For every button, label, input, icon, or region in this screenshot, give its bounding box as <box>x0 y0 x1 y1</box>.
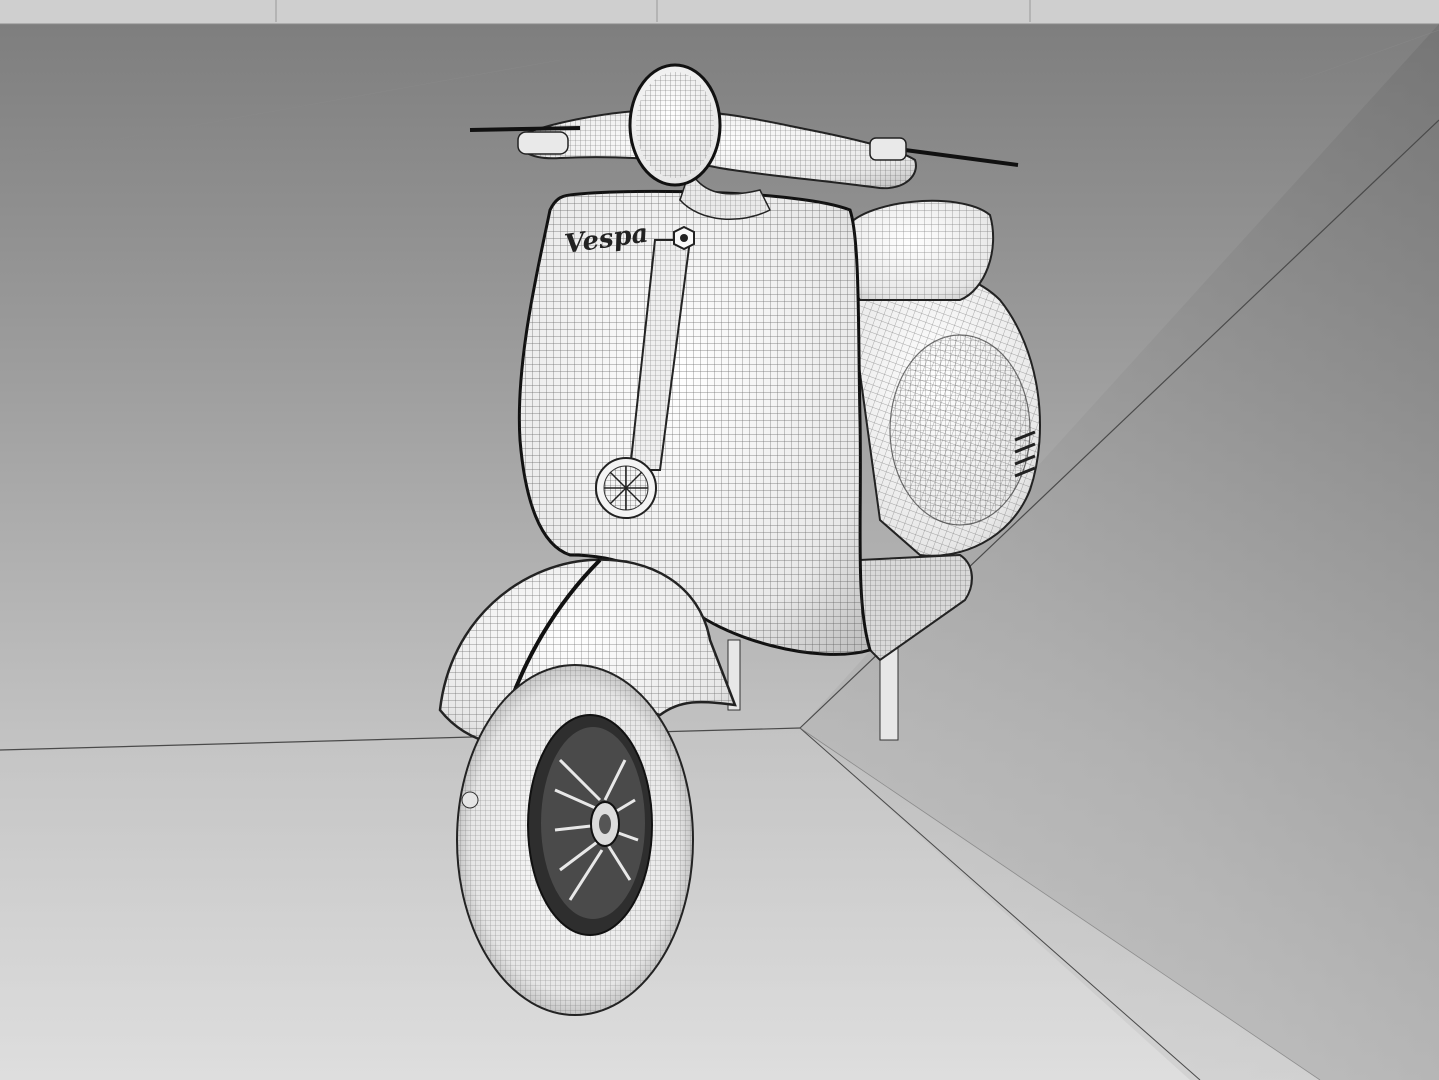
render-viewport[interactable]: Vespa <box>0 0 1439 1080</box>
left-grip <box>517 131 569 155</box>
left-lever <box>469 126 581 132</box>
ceiling-strip <box>0 0 1439 24</box>
headlight <box>628 63 722 187</box>
scene-svg: Vespa <box>0 0 1439 1080</box>
right-grip <box>869 137 907 161</box>
front-wheel <box>456 664 694 1016</box>
emblem-icon <box>673 225 695 251</box>
horn-cover <box>595 457 657 519</box>
